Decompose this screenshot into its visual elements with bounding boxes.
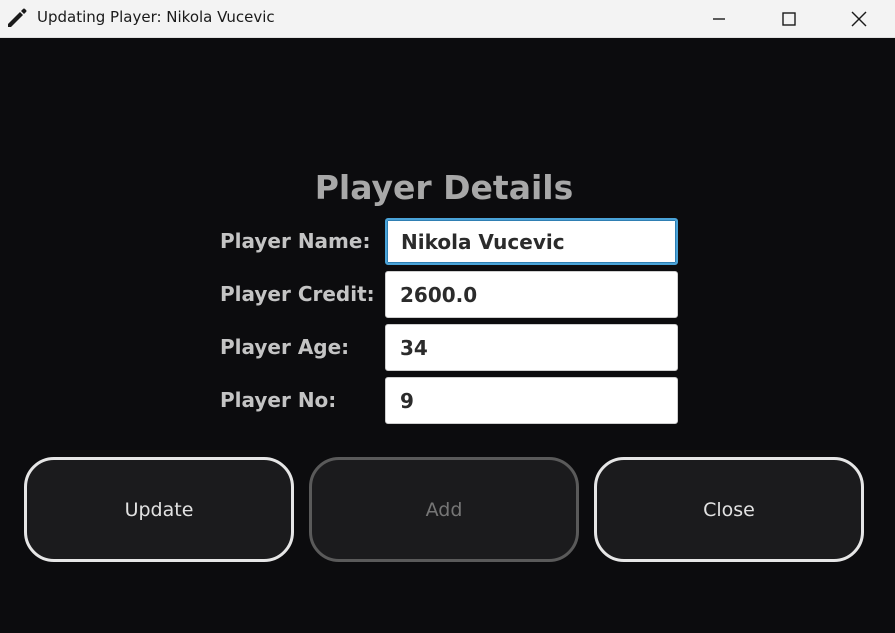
player-name-label: Player Name: [220, 229, 371, 253]
minimize-icon [713, 18, 725, 20]
player-name-input[interactable] [385, 218, 678, 265]
window-title: Updating Player: Nikola Vucevic [37, 8, 275, 26]
maximize-icon [782, 12, 796, 26]
player-age-input[interactable] [385, 324, 678, 371]
title-bar: Updating Player: Nikola Vucevic [0, 0, 895, 38]
update-button[interactable]: Update [24, 457, 294, 562]
player-no-input[interactable] [385, 377, 678, 424]
minimize-button[interactable] [684, 0, 754, 38]
form-panel: Player Details Player Name: Player Credi… [0, 38, 895, 633]
add-button[interactable]: Add [309, 457, 579, 562]
player-credit-input[interactable] [385, 271, 678, 318]
player-age-label: Player Age: [220, 335, 350, 359]
player-credit-label: Player Credit: [220, 282, 375, 306]
close-button[interactable]: Close [594, 457, 864, 562]
maximize-button[interactable] [754, 0, 824, 38]
close-icon [851, 11, 867, 27]
pencil-icon [4, 5, 30, 31]
close-window-button[interactable] [824, 0, 894, 38]
form-heading: Player Details [314, 168, 574, 207]
player-no-label: Player No: [220, 388, 337, 412]
